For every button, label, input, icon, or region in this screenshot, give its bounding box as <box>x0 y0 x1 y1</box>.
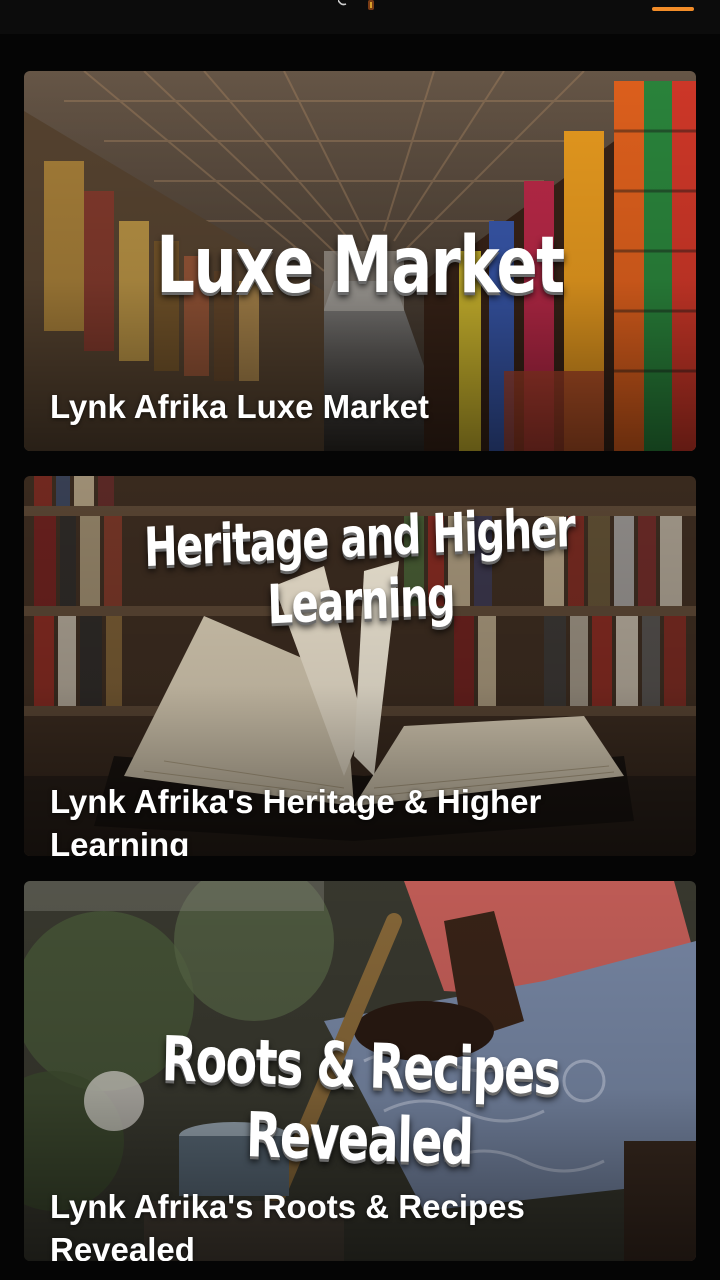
lynk-afrika-logo-icon[interactable] <box>338 0 378 14</box>
card-banner-text: Luxe Market <box>156 221 565 311</box>
card-title: Lynk Afrika's Roots & Recipes Revealed <box>50 1188 525 1261</box>
category-card-heritage-higher-learning[interactable]: Heritage and Higher Learning Lynk Afrika… <box>24 476 696 856</box>
card-title: Lynk Afrika's Heritage & Higher Learning <box>50 783 542 856</box>
card-title: Lynk Afrika Luxe Market <box>50 388 430 425</box>
category-card-luxe-market[interactable]: Luxe Market Lynk Afrika Luxe Market <box>24 71 696 451</box>
card-banner-text: Roots & Recipes Revealed <box>161 1021 561 1179</box>
hamburger-menu-icon <box>652 7 694 11</box>
category-feed: Luxe Market Lynk Afrika Luxe Market Heri… <box>0 34 720 1280</box>
app-header <box>0 0 720 34</box>
card-banner-text: Heritage and Higher Learning <box>143 495 576 637</box>
category-card-roots-recipes-revealed[interactable]: Roots & Recipes Revealed Lynk Afrika's R… <box>24 881 696 1261</box>
menu-button[interactable] <box>650 0 694 24</box>
